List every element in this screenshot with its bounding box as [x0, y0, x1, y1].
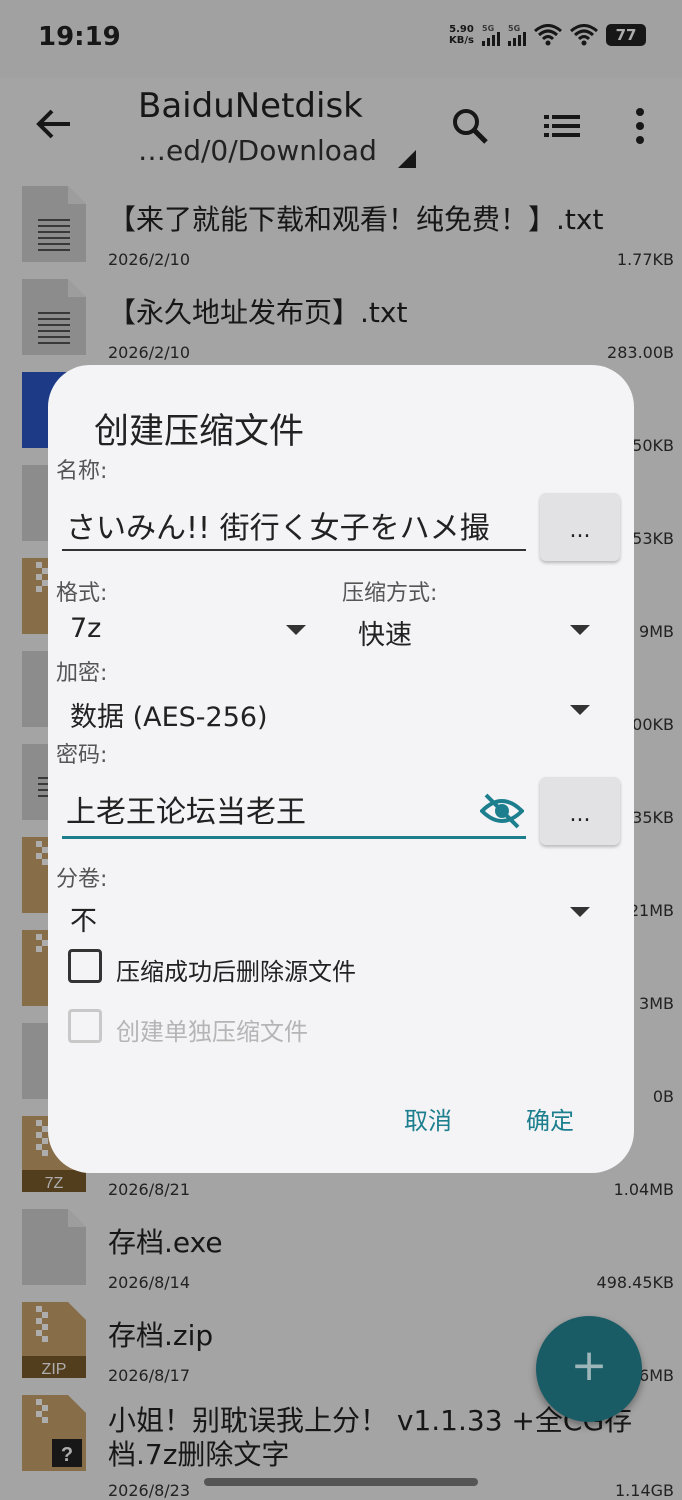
archive-name-input[interactable]: さいみん!! 街行く女子をハメ撮 — [62, 503, 526, 551]
plus-icon: + — [570, 1340, 608, 1391]
eye-off-icon[interactable] — [480, 789, 524, 833]
format-select[interactable]: 7z — [70, 613, 101, 644]
dialog-title: 创建压缩文件 — [94, 412, 305, 452]
ok-button[interactable]: 确定 — [526, 1101, 574, 1136]
method-select[interactable]: 快速 — [358, 613, 412, 652]
split-dropdown-icon[interactable] — [570, 907, 590, 917]
encrypt-select[interactable]: 数据 (AES-256) — [70, 695, 268, 734]
method-label: 压缩方式: — [342, 581, 438, 606]
split-label: 分卷: — [56, 867, 108, 892]
encrypt-dropdown-icon[interactable] — [570, 705, 590, 715]
add-fab-button[interactable]: + — [536, 1316, 642, 1422]
browse-name-button[interactable]: ... — [540, 493, 620, 561]
password-label: 密码: — [56, 743, 108, 768]
format-label: 格式: — [56, 581, 108, 606]
gesture-nav-bar[interactable] — [204, 1478, 478, 1486]
delete-source-label[interactable]: 压缩成功后删除源文件 — [116, 952, 356, 987]
delete-source-checkbox[interactable] — [68, 949, 102, 983]
split-select[interactable]: 不 — [70, 899, 97, 938]
create-archive-dialog: 创建压缩文件 名称: さいみん!! 街行く女子をハメ撮 ... 格式: 7z 压… — [48, 365, 634, 1173]
separate-archive-label: 创建单独压缩文件 — [116, 1018, 308, 1046]
format-dropdown-icon[interactable] — [286, 625, 306, 635]
method-dropdown-icon[interactable] — [570, 625, 590, 635]
encrypt-label: 加密: — [56, 661, 108, 686]
name-label: 名称: — [56, 459, 108, 484]
password-input[interactable]: 上老王论坛当老王 — [62, 787, 526, 839]
cancel-button[interactable]: 取消 — [404, 1101, 452, 1136]
separate-archive-checkbox — [68, 1009, 102, 1043]
generate-password-button[interactable]: ... — [540, 777, 620, 845]
